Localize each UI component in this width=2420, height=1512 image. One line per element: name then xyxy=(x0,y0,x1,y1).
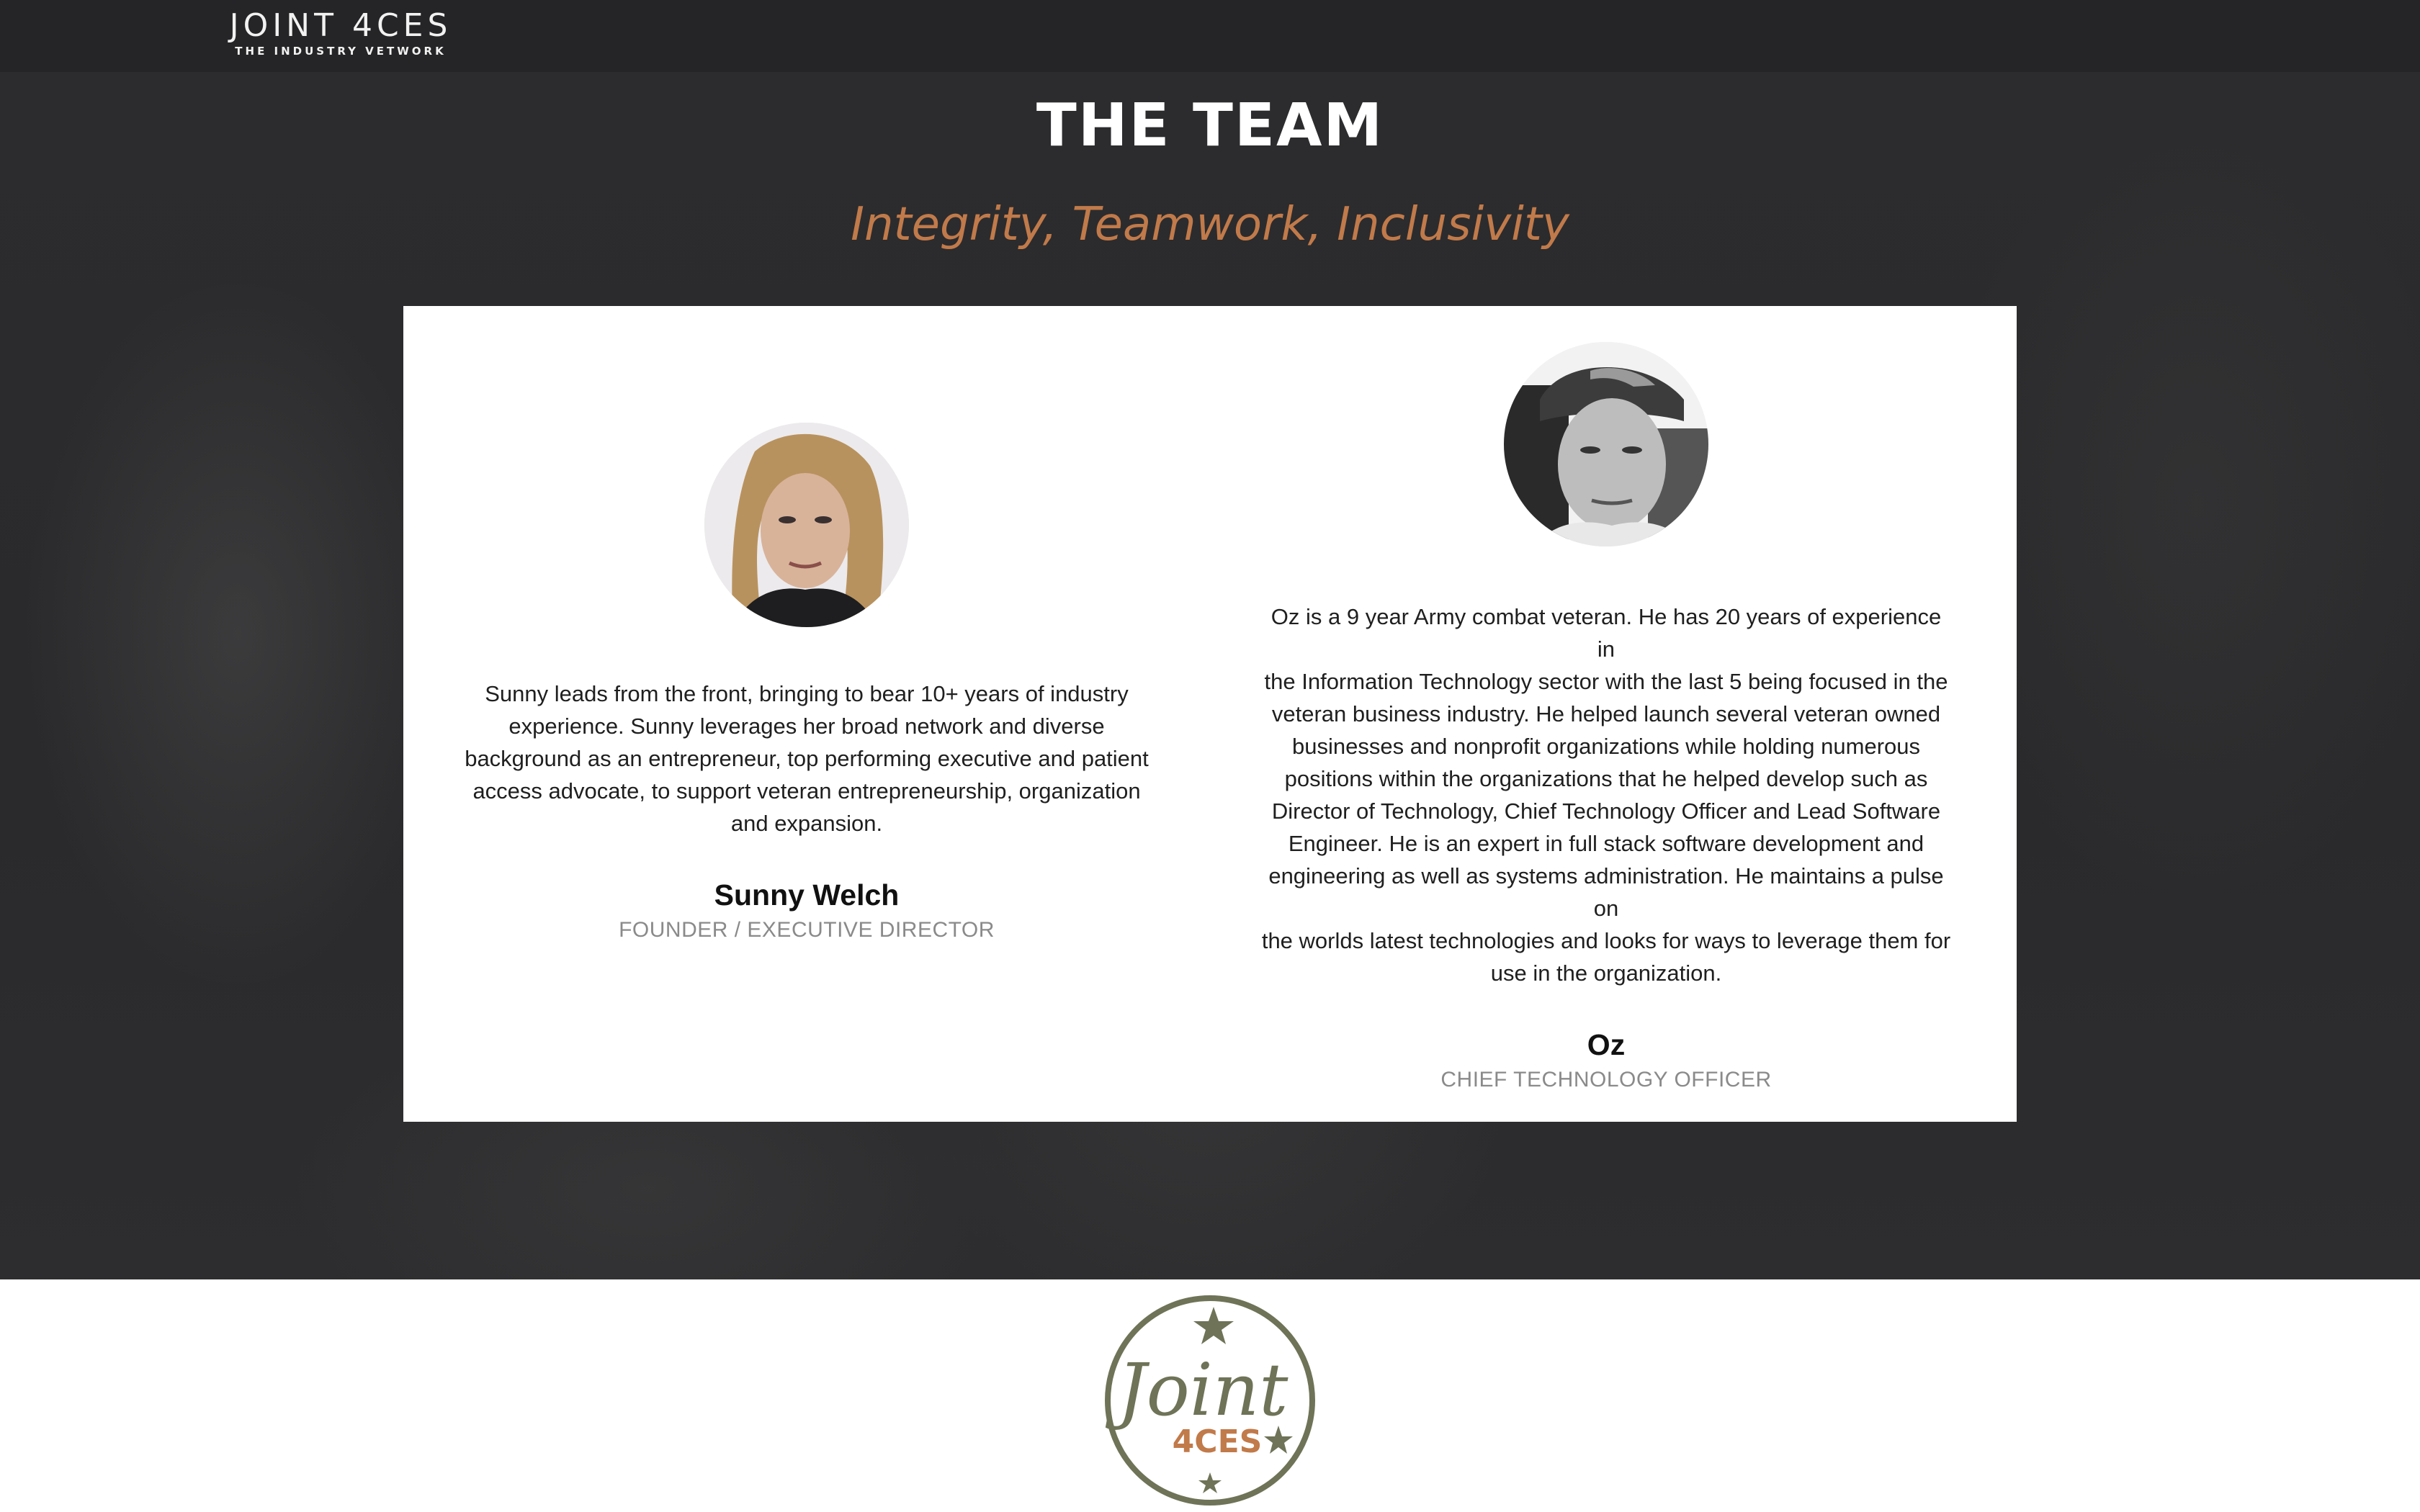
bio-line: Engineer. He is an expert in full stack … xyxy=(1288,831,1924,856)
bio-line: the Information Technology sector with t… xyxy=(1264,669,1948,694)
member-role: FOUNDER / EXECUTIVE DIRECTOR xyxy=(619,918,995,942)
bio-line: use in the organization. xyxy=(1490,960,1722,986)
bio-line: background as an entrepreneur, top perfo… xyxy=(465,746,1149,771)
member-name: Sunny Welch xyxy=(714,878,900,912)
site-logo-title: JOINT 4CES xyxy=(229,7,452,44)
footer-logo-script: Joint xyxy=(1106,1348,1289,1432)
member-role: CHIEF TECHNOLOGY OFFICER xyxy=(1440,1068,1772,1092)
team-member-oz: Oz is a 9 year Army combat veteran. He h… xyxy=(1260,342,1952,1094)
portrait-oz-image xyxy=(1504,342,1708,546)
bio-line: and expansion. xyxy=(730,811,883,836)
bio-oz: Oz is a 9 year Army combat veteran. He h… xyxy=(1260,600,1952,989)
footer-logo[interactable]: Joint 4CES xyxy=(1102,1292,1318,1508)
bio-line: Sunny leads from the front, bringing to … xyxy=(485,681,1129,706)
bio-line: access advocate, to support veteran entr… xyxy=(472,778,1141,804)
team-member-sunny: Sunny leads from the front, bringing to … xyxy=(461,423,1152,945)
top-navbar: JOINT 4CES THE INDUSTRY VETWORK xyxy=(0,0,2420,72)
avatar-oz xyxy=(1504,342,1708,546)
bio-line: experience. Sunny leverages her broad ne… xyxy=(508,714,1105,739)
member-name: Oz xyxy=(1587,1028,1626,1061)
bio-line: Director of Technology, Chief Technology… xyxy=(1271,798,1941,824)
avatar-sunny xyxy=(704,423,909,627)
team-tagline: Integrity, Teamwork, Inclusivity xyxy=(851,198,1569,251)
bio-line: Oz is a 9 year Army combat veteran. He h… xyxy=(1270,604,1942,662)
bio-line: the worlds latest technologies and looks… xyxy=(1261,928,1951,953)
bio-line: engineering as well as systems administr… xyxy=(1268,863,1944,921)
joint-4ces-emblem: Joint 4CES xyxy=(1102,1292,1318,1508)
bio-sunny: Sunny leads from the front, bringing to … xyxy=(461,678,1152,840)
page-title: THE TEAM xyxy=(1036,91,1384,160)
portrait-sunny-image xyxy=(704,423,909,627)
site-logo-subtitle: THE INDUSTRY VETWORK xyxy=(235,45,447,58)
bio-line: veteran business industry. He helped lau… xyxy=(1271,701,1941,726)
site-logo[interactable]: JOINT 4CES THE INDUSTRY VETWORK xyxy=(229,7,452,65)
team-card: Sunny leads from the front, bringing to … xyxy=(403,306,2017,1122)
bio-line: positions within the organizations that … xyxy=(1284,766,1928,791)
footer-logo-text: 4CES xyxy=(1173,1423,1263,1460)
bio-line: businesses and nonprofit organizations w… xyxy=(1292,734,1920,759)
